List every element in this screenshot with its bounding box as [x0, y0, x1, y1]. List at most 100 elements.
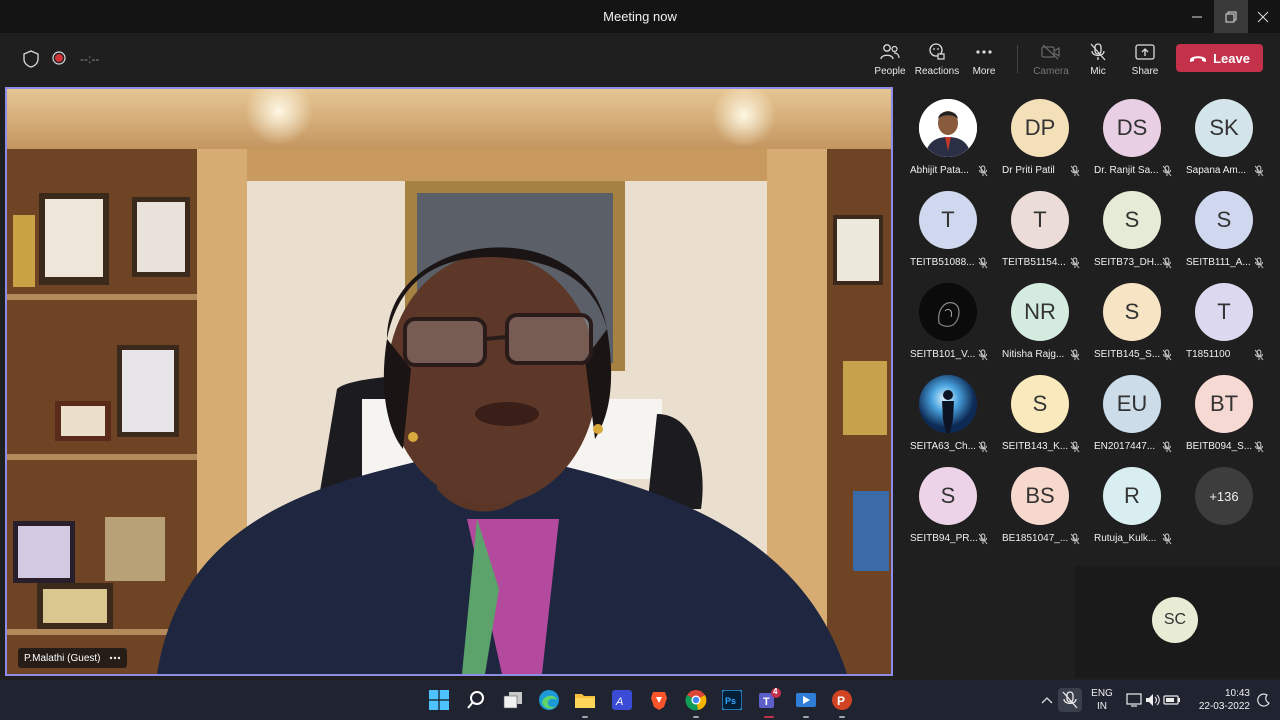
mic-muted-icon [1162, 440, 1172, 458]
powerpoint-icon[interactable]: P [830, 688, 854, 712]
self-view[interactable]: SC [1075, 566, 1280, 678]
participant-tile[interactable]: S SEITB94_PR... [902, 463, 994, 553]
mic-muted-icon [1162, 348, 1172, 366]
participant-avatar: T [1195, 283, 1253, 341]
participant-tile[interactable]: EU EN2017447... [1086, 371, 1178, 461]
participant-avatar: BS [1011, 467, 1069, 525]
mic-muted-icon [1254, 348, 1264, 366]
leave-button[interactable]: Leave [1176, 44, 1263, 72]
explorer-running-indicator [582, 716, 588, 718]
photoshop-icon[interactable]: Ps [720, 688, 744, 712]
participant-tile[interactable]: S SEITB143_K... [994, 371, 1086, 461]
language-indicator[interactable]: ENG IN [1088, 687, 1116, 713]
participant-name: SEITB145_S... [1094, 349, 1161, 360]
participant-name: BEITB094_S... [1186, 441, 1253, 452]
participant-tile[interactable]: BT BEITB094_S... [1178, 371, 1270, 461]
participant-tile[interactable]: SK Sapana Am... [1178, 95, 1270, 185]
more-icon [956, 41, 1012, 63]
minimize-button[interactable] [1180, 0, 1214, 33]
participant-tile[interactable]: T TEITB51088... [902, 187, 994, 277]
participant-tile[interactable]: BS BE1851047_... [994, 463, 1086, 553]
more-button[interactable]: More [956, 41, 1012, 77]
participant-name: Sapana Am... [1186, 165, 1247, 176]
participant-name: BE1851047_... [1002, 533, 1069, 544]
chevron-up-icon[interactable] [1035, 688, 1059, 712]
participant-tile[interactable]: DS Dr. Ranjit Sa... [1086, 95, 1178, 185]
mic-muted-icon [978, 440, 988, 458]
recording-icon [52, 51, 66, 70]
more-participants-tile[interactable]: +136 [1178, 463, 1270, 553]
participant-avatar [919, 99, 977, 157]
participant-avatar: S [1103, 283, 1161, 341]
mic-muted-icon [1070, 256, 1080, 274]
whiteboard-app-icon[interactable] [794, 688, 818, 712]
participant-avatar: R [1103, 467, 1161, 525]
participant-tile[interactable]: Abhijit Pata... [902, 95, 994, 185]
participant-tile[interactable]: S SEITB145_S... [1086, 279, 1178, 369]
self-avatar: SC [1152, 597, 1198, 643]
participant-tile[interactable]: S SEITB111_A... [1178, 187, 1270, 277]
main-video[interactable]: P.Malathi (Guest) [5, 87, 893, 676]
window-title: Meeting now [603, 9, 677, 24]
participant-tile[interactable]: SEITB101_V... [902, 279, 994, 369]
focus-assist-icon[interactable] [1252, 688, 1276, 712]
brave-browser-icon[interactable] [647, 688, 671, 712]
participant-name: SEITB94_PR... [910, 533, 978, 544]
participant-tile[interactable]: SEITA63_Ch... [902, 371, 994, 461]
participant-name: TEITB51154... [1002, 257, 1066, 268]
participant-tile[interactable]: S SEITB73_DH... [1086, 187, 1178, 277]
clock-date: 22-03-2022 [1198, 701, 1250, 712]
teams-active-indicator [764, 716, 774, 718]
participant-name: Rutuja_Kulk... [1094, 533, 1157, 544]
chrome-browser-icon[interactable] [684, 688, 708, 712]
participant-avatar [919, 283, 977, 341]
affinity-app-icon[interactable]: A [610, 688, 634, 712]
participant-name: Dr. Ranjit Sa... [1094, 165, 1159, 176]
teams-icon[interactable]: T 4 [757, 687, 781, 712]
chrome-running-indicator [693, 716, 699, 718]
title-bar: Meeting now [0, 0, 1280, 33]
participant-avatar: SK [1195, 99, 1253, 157]
shield-icon[interactable] [23, 50, 39, 73]
participant-name: SEITB101_V... [910, 349, 976, 360]
share-button[interactable]: Share [1117, 41, 1173, 77]
participant-avatar: DS [1103, 99, 1161, 157]
close-window-button[interactable] [1246, 0, 1280, 33]
participant-avatar: T [919, 191, 977, 249]
participant-tile[interactable]: R Rutuja_Kulk... [1086, 463, 1178, 553]
mic-muted-icon [1070, 532, 1080, 550]
language-code: ENG [1091, 688, 1113, 699]
share-icon [1117, 41, 1173, 63]
battery-icon[interactable] [1160, 688, 1184, 712]
participant-name: Dr Priti Patil [1002, 165, 1055, 176]
hang-up-icon [1190, 56, 1207, 62]
windows-start-icon[interactable] [427, 688, 451, 712]
participant-avatar: S [919, 467, 977, 525]
participant-avatar: BT [1195, 375, 1253, 433]
mic-muted-icon [1254, 164, 1264, 182]
mic-muted-icon [1070, 164, 1080, 182]
clock[interactable]: 10:43 22-03-2022 [1192, 687, 1250, 713]
meeting-toolbar: --:-- People Reactions More Camera Mic S… [0, 33, 1280, 85]
taskbar: A Ps T 4 P ENG IN 10:43 22-03-2022 [0, 680, 1280, 720]
search-icon[interactable] [464, 688, 488, 712]
participant-tile[interactable]: NR Nitisha Rajg... [994, 279, 1086, 369]
participant-tile[interactable]: DP Dr Priti Patil [994, 95, 1086, 185]
more-options-icon[interactable] [109, 656, 121, 660]
participant-avatar: T [1011, 191, 1069, 249]
file-explorer-icon[interactable] [573, 688, 597, 712]
speaker-name: P.Malathi (Guest) [24, 652, 101, 664]
edge-browser-icon[interactable] [537, 688, 561, 712]
restore-button[interactable] [1214, 0, 1248, 33]
speaker-name-tag[interactable]: P.Malathi (Guest) [18, 648, 127, 668]
participant-tile[interactable]: T TEITB51154... [994, 187, 1086, 277]
task-view-icon[interactable] [501, 688, 525, 712]
mic-muted-icon [1070, 348, 1080, 366]
participant-avatar: S [1195, 191, 1253, 249]
participant-tile[interactable]: T T1851100 [1178, 279, 1270, 369]
mic-muted-tray-icon[interactable] [1058, 688, 1082, 712]
more-label: More [972, 66, 996, 77]
participant-avatar: EU [1103, 375, 1161, 433]
participant-name: EN2017447... [1094, 441, 1156, 452]
svg-text:P: P [837, 694, 845, 708]
